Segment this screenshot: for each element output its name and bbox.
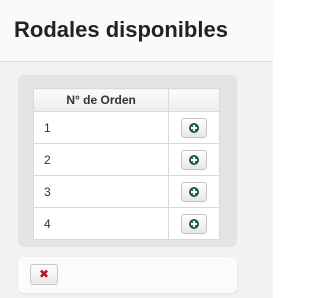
table-header-row: N° de Orden	[32, 88, 220, 112]
plus-circle-icon	[189, 186, 200, 197]
add-button[interactable]	[181, 117, 208, 138]
modal-title: Rodales disponibles	[14, 17, 228, 42]
action-column-header	[168, 88, 220, 112]
modal-dialog: Rodales disponibles N° de Orden 1 2 3 4 …	[0, 0, 273, 298]
action-cell	[168, 111, 220, 144]
action-cell	[168, 175, 220, 208]
table-row: 2	[32, 143, 220, 176]
modal-header: Rodales disponibles	[0, 0, 273, 62]
table-row: 1	[32, 111, 220, 144]
order-number-cell: 4	[32, 207, 170, 240]
order-number-cell: 3	[32, 175, 170, 208]
add-button[interactable]	[181, 181, 208, 202]
add-button[interactable]	[181, 213, 208, 234]
table-row: 4	[32, 207, 220, 240]
add-button[interactable]	[181, 149, 208, 170]
action-cell	[168, 207, 220, 240]
plus-circle-icon	[189, 154, 200, 165]
close-icon: ✖	[38, 267, 50, 281]
plus-circle-icon	[189, 122, 200, 133]
order-number-column-header: N° de Orden	[32, 88, 170, 112]
order-number-cell: 1	[32, 111, 170, 144]
stands-table: N° de Orden 1 2 3 4	[32, 88, 220, 240]
close-button[interactable]: ✖	[30, 264, 58, 285]
order-number-cell: 2	[32, 143, 170, 176]
table-row: 3	[32, 175, 220, 208]
plus-circle-icon	[189, 218, 200, 229]
action-cell	[168, 143, 220, 176]
